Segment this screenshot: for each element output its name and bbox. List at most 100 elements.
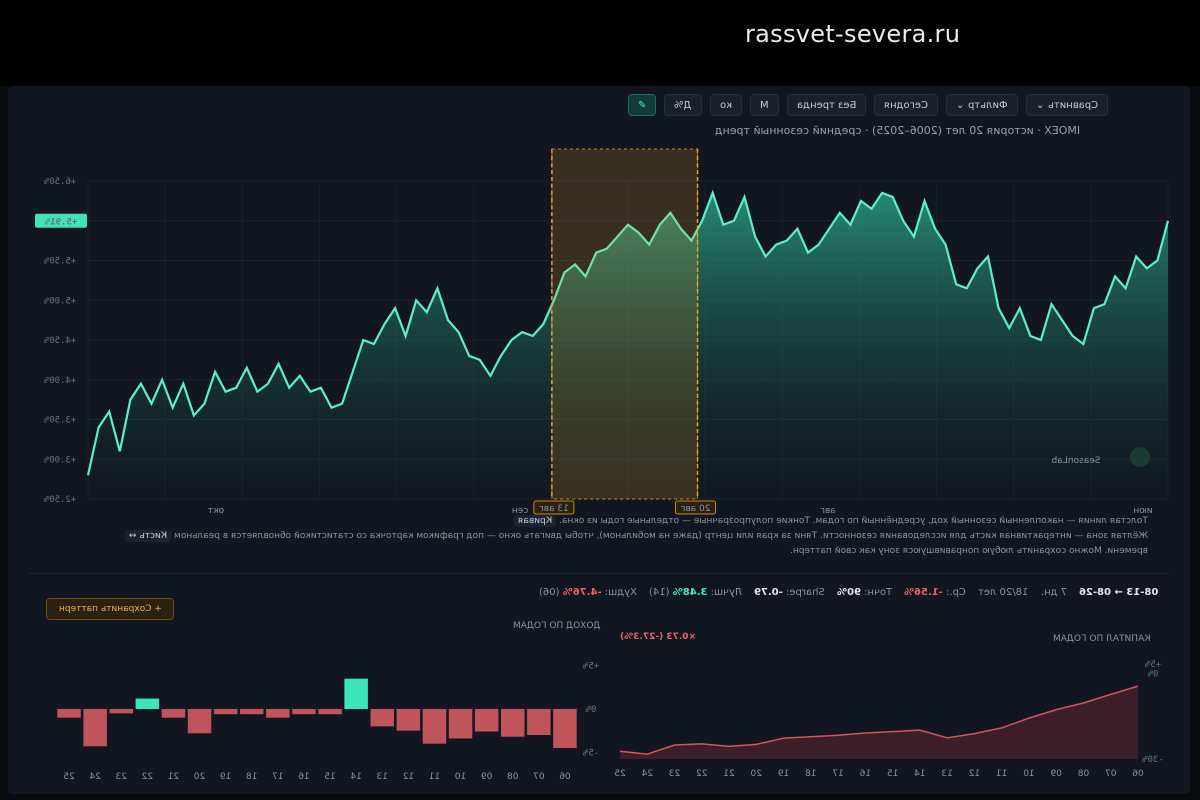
seasonal-chart-svg: 13 авг 20 авг +2.50% +3.00% +3.50% +4.00% +4.…: [35, 148, 1170, 516]
bar-11: [422, 709, 447, 744]
y-tick-label: +5.50%: [43, 257, 76, 267]
chevron-down-icon: ⌄: [955, 99, 965, 111]
toolbar-button-label: Д%: [674, 99, 692, 111]
bar-16: [292, 709, 316, 715]
stat-avg-value: -1.56%: [904, 586, 944, 598]
bar-07: [527, 709, 551, 735]
notes-line1: Толстая линия — накопленный сезонный ход…: [559, 516, 1148, 526]
bar-23: [109, 709, 133, 714]
notes-key-brush: Кисть ↔: [124, 530, 172, 542]
bar-24: [83, 709, 107, 747]
seasonal-chart[interactable]: 13 авг 20 авг +2.50% +3.00% +3.50% +4.00% +4.…: [8, 141, 1190, 521]
bar-category-label: 14: [350, 772, 362, 782]
capital-category-label: 23: [669, 769, 680, 779]
bar-13: [370, 709, 394, 727]
selection-brush[interactable]: 13 авг 20 авг: [533, 148, 717, 515]
selection-zone: [551, 148, 699, 500]
bar-21: [161, 709, 186, 718]
bar-08: [501, 709, 525, 737]
bar-20: [187, 709, 212, 734]
stat-avg-label: Ср.:: [946, 586, 967, 598]
stat-accuracy: Точн: 90%: [837, 587, 892, 598]
bar-17: [266, 709, 290, 718]
toolbar-button-label: Сравнить: [1048, 99, 1099, 111]
toolbar-button-label: Без тренда: [796, 99, 856, 111]
stat-sharpe-value: -0.79: [754, 586, 784, 598]
stats-row: 08-13 → 08-26 7 дн. 18/20 лет Ср.: -1.56…: [48, 582, 1158, 602]
bar-19: [213, 709, 238, 715]
toolbar-button-label: ко: [719, 99, 732, 111]
toolbar-button-today[interactable]: Сегодня: [873, 94, 938, 116]
toolbar-button-m[interactable]: М: [749, 94, 779, 116]
chart-subtitle: IMOEX · история 20 лет (2006–2025) · сре…: [715, 124, 1080, 137]
bar-category-label: 23: [116, 772, 127, 782]
bar-category-label: 24: [89, 772, 101, 782]
compare-dropdown[interactable]: ⌄ Сравнить: [1025, 94, 1109, 116]
capital-category-label: 06: [1132, 769, 1144, 779]
stat-best-year: (14): [648, 586, 670, 598]
capital-y-tick: -30%: [1142, 755, 1164, 765]
site-watermark: rassvet-severa.ru: [745, 20, 961, 48]
current-value-badge: +5.91%: [35, 213, 87, 228]
stat-days: 7 дн.: [1040, 586, 1067, 598]
filter-dropdown[interactable]: ⌄ Фильтр: [945, 94, 1018, 116]
capital-category-label: 24: [641, 769, 653, 779]
capital-category-label: 11: [996, 769, 1007, 779]
capital-category-label: 10: [1023, 769, 1035, 779]
capital-category-label: 21: [723, 769, 734, 779]
divider: [28, 573, 1170, 574]
toolbar-button-label: Сегодня: [883, 99, 928, 111]
bottom-charts-svg: 06 07 08 09 10 11 12 13 14 15 16 17 18 19 20 21 22 23 24 25…: [56, 660, 1164, 782]
app-window: ✎ Д% ко М Без тренда Сегодня ⌄ Фильтр ⌄ …: [8, 86, 1190, 794]
bar-category-label: 11: [429, 772, 440, 782]
toolbar-button-percent[interactable]: Д%: [664, 94, 702, 116]
y-tick-label: +4.00%: [43, 376, 76, 386]
y-axis: +2.50% +3.00% +3.50% +4.00% +4.50% +5.00% +5.5…: [35, 177, 87, 505]
capital-category-label: 15: [887, 769, 898, 779]
bars-y-tick: +5%: [582, 662, 599, 672]
toolbar: ✎ Д% ко М Без тренда Сегодня ⌄ Фильтр ⌄ …: [628, 94, 1109, 116]
stat-worst-value: -4.76%: [562, 586, 602, 598]
bar-category-label: 06: [559, 772, 571, 782]
notes-line3: времени. Можно сохранить любую понравивш…: [789, 546, 1148, 556]
capital-category-label: 13: [941, 769, 952, 779]
stat-sharpe: Sharpe: -0.79: [754, 587, 825, 598]
bar-category-label: 12: [403, 772, 414, 782]
capital-category-label: 16: [859, 769, 871, 779]
top-black-bar: rassvet-severa.ru: [0, 0, 1200, 86]
selection-label-text: 20 авг: [680, 504, 710, 514]
yearly-returns-chart: 06 07 08 09 10 11 12 13 14 15 16 17 18 19 20 21 22 23 24 25…: [56, 662, 599, 782]
stat-years: 18/20 лет: [978, 586, 1029, 598]
bar-category-label: 15: [324, 772, 335, 782]
toolbar-button-ko[interactable]: ко: [709, 94, 742, 116]
stat-sharpe-label: Sharpe:: [786, 586, 826, 598]
bar-category-label: 18: [246, 772, 258, 782]
stat-best-value: 3.48%: [672, 586, 708, 598]
current-value-text: +5.91%: [44, 217, 77, 227]
toolbar-button-label: Фильтр: [968, 99, 1008, 111]
selection-end-label: 20 авг: [675, 500, 717, 515]
stat-worst: Худш: -4.76% (06): [539, 587, 637, 598]
bar-category-label: 13: [377, 772, 388, 782]
selection-label-text: 13 авг: [539, 504, 569, 514]
bars-y-tick: -5%: [582, 748, 599, 758]
capital-category-label: 17: [832, 769, 843, 779]
capital-category-label: 25: [614, 769, 625, 779]
capital-category-label: 14: [914, 769, 926, 779]
bar-15: [318, 709, 342, 715]
bar-category-label: 16: [298, 772, 310, 782]
capital-category-label: 12: [969, 769, 980, 779]
capital-area: [620, 686, 1138, 759]
brand-icon: [1130, 447, 1150, 467]
y-tick-label: +3.00%: [43, 455, 76, 465]
chart-notes: Толстая линия — накопленный сезонный ход…: [48, 514, 1148, 559]
pencil-tool-button[interactable]: ✎: [628, 94, 657, 116]
y-tick-label: +4.50%: [43, 336, 76, 346]
bar-category-label: 19: [220, 772, 232, 782]
toolbar-button-no-trend[interactable]: Без тренда: [786, 94, 866, 116]
notes-line2: Жёлтая зона — интерактивная кисть для ис…: [173, 531, 1148, 541]
stat-best: Лучш: 3.48% (14): [649, 587, 742, 598]
capital-category-label: 07: [1105, 769, 1116, 779]
y-tick-label: +2.50%: [43, 495, 76, 505]
bar-category-label: 17: [272, 772, 283, 782]
